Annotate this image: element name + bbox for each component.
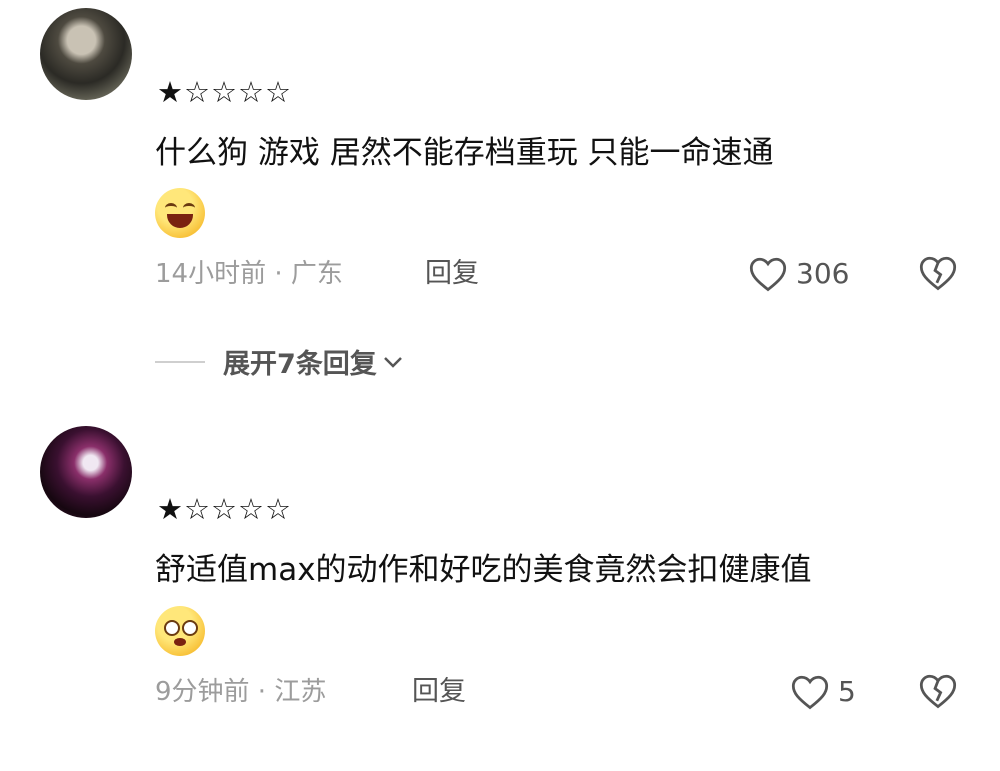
reply-button[interactable]: 回复 xyxy=(425,258,479,290)
comment-text: 舒适值max的动作和好吃的美食竟然会扣健康值 xyxy=(155,552,812,588)
like-button[interactable]: 306 xyxy=(748,256,849,292)
avatar[interactable] xyxy=(40,426,132,518)
flushed-face-emoji-icon xyxy=(155,606,205,656)
star-rating: ★☆☆☆☆ xyxy=(157,76,292,108)
star-empty-icon: ☆☆☆☆ xyxy=(184,492,292,526)
grinning-sweat-emoji-icon xyxy=(155,188,205,238)
heart-icon xyxy=(791,675,829,710)
expand-replies[interactable]: 展开7条回复 xyxy=(155,342,405,381)
like-count: 306 xyxy=(796,257,850,290)
heart-icon xyxy=(749,257,787,292)
like-button[interactable]: 5 xyxy=(790,674,856,710)
expand-replies-label: 展开7条回复 xyxy=(223,349,377,380)
comment-meta: 14小时前 · 广东 xyxy=(155,259,343,289)
chevron-down-icon xyxy=(383,356,402,368)
avatar[interactable] xyxy=(40,8,132,100)
like-count: 5 xyxy=(838,675,856,708)
star-rating: ★☆☆☆☆ xyxy=(157,493,292,525)
broken-heart-icon[interactable] xyxy=(918,673,958,709)
star-filled-icon: ★ xyxy=(157,75,184,109)
reply-button[interactable]: 回复 xyxy=(412,676,466,708)
star-filled-icon: ★ xyxy=(157,492,184,526)
divider xyxy=(155,360,205,363)
comment-text: 什么狗 游戏 居然不能存档重玩 只能一命速通 xyxy=(155,135,774,171)
broken-heart-icon[interactable] xyxy=(918,255,958,291)
star-empty-icon: ☆☆☆☆ xyxy=(184,75,292,109)
comment-meta: 9分钟前 · 江苏 xyxy=(155,677,327,707)
